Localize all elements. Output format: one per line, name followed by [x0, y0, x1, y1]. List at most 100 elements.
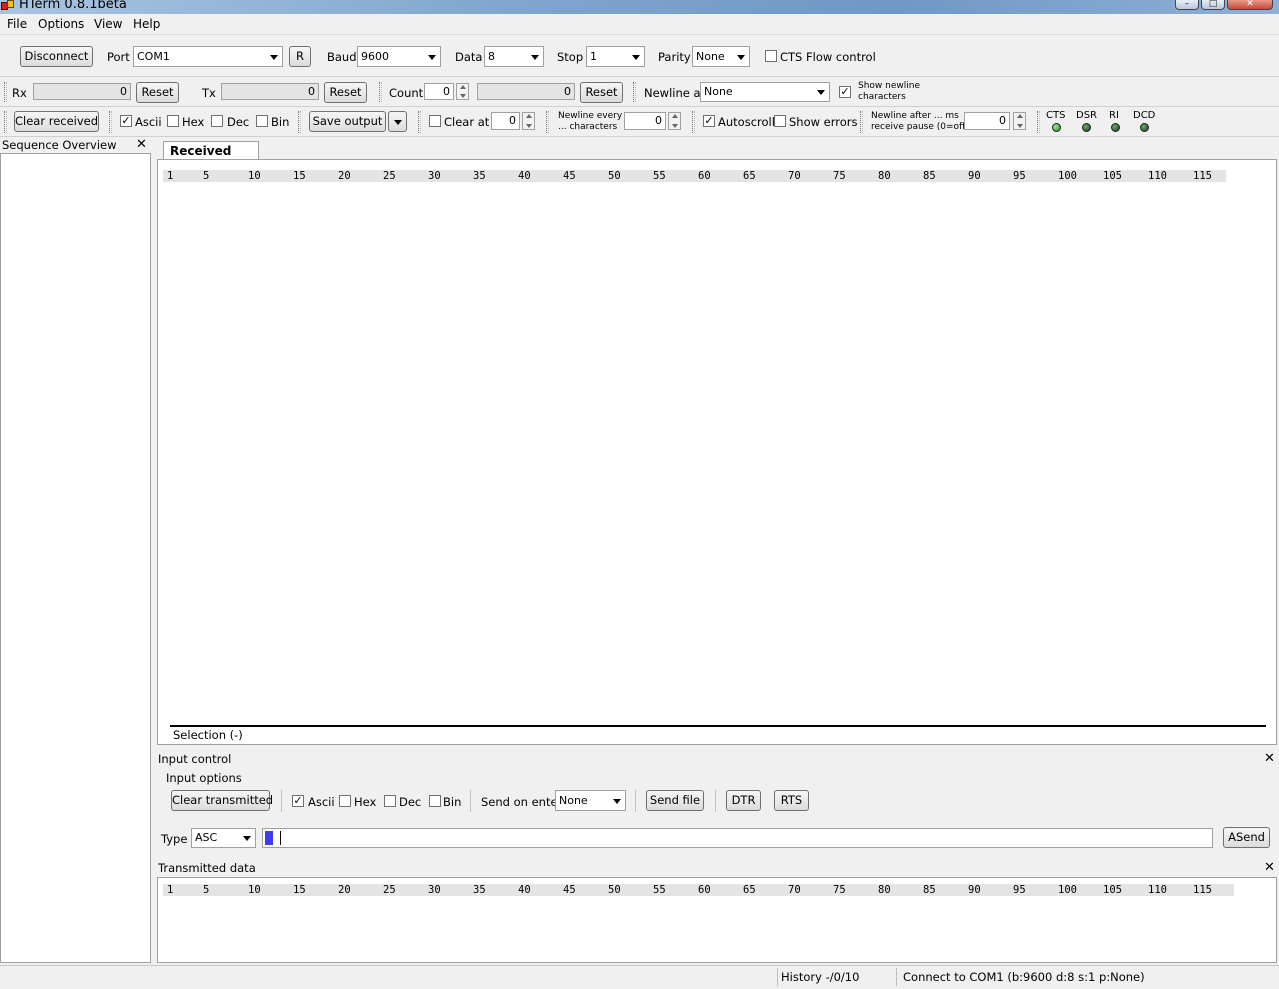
rescan-ports-button[interactable]: R	[289, 46, 311, 67]
toolbar-grip[interactable]	[692, 111, 695, 133]
input-field[interactable]	[262, 828, 1213, 848]
ruler-tick-label: 100	[1058, 884, 1077, 896]
menu-view[interactable]: View	[94, 17, 122, 31]
ruler-tick-label: 15	[293, 170, 306, 182]
rx-counter: 0	[33, 83, 131, 100]
menu-options[interactable]: Options	[38, 17, 84, 31]
separator	[470, 790, 471, 812]
input-ascii-checkbox[interactable]: ✓	[292, 795, 304, 807]
clear-received-button[interactable]: Clear received	[14, 111, 99, 132]
input-hex-label: Hex	[354, 795, 377, 809]
toolbar-grip[interactable]	[546, 111, 549, 133]
toolbar-grip[interactable]	[379, 82, 382, 102]
toolbar-grip[interactable]	[109, 111, 112, 133]
autoscroll-checkbox[interactable]: ✓	[703, 115, 715, 127]
status-separator	[777, 968, 778, 986]
text-cursor	[280, 831, 281, 845]
app-icon	[1, 0, 15, 12]
ruler-tick-label: 65	[743, 170, 756, 182]
toolbar-grip[interactable]	[4, 111, 7, 133]
show-newline-checkbox[interactable]: ✓	[839, 86, 851, 98]
dcd-label: DCD	[1133, 110, 1156, 121]
menu-help[interactable]: Help	[133, 17, 160, 31]
asend-button[interactable]: ASend	[1223, 827, 1270, 848]
rx-reset-button[interactable]: Reset	[136, 82, 179, 103]
stop-bits-select[interactable]: 1	[586, 46, 645, 67]
newline-every-input[interactable]: 0	[624, 112, 666, 130]
ruler-tick-label: 90	[968, 884, 981, 896]
save-output-dropdown[interactable]	[388, 111, 407, 132]
parity-select[interactable]: None	[692, 46, 750, 67]
input-bin-checkbox[interactable]	[429, 795, 441, 807]
clear-at-input[interactable]: 0	[491, 112, 520, 130]
newline-at-select[interactable]: None	[700, 82, 830, 102]
type-select[interactable]: ASC	[191, 828, 256, 848]
ruler-tick-label: 20	[338, 170, 351, 182]
display-ascii-checkbox[interactable]: ✓	[120, 115, 132, 127]
data-bits-select[interactable]: 8	[484, 46, 544, 67]
input-dec-checkbox[interactable]	[384, 795, 396, 807]
clear-at-spinner[interactable]	[522, 112, 535, 130]
dtr-button[interactable]: DTR	[726, 790, 761, 811]
cts-flow-checkbox[interactable]	[765, 50, 777, 62]
tab-received-data[interactable]: Received Data	[163, 141, 259, 172]
status-bar: History -/0/10 Connect to COM1 (b:9600 d…	[0, 965, 1279, 989]
display-hex-checkbox[interactable]	[167, 115, 179, 127]
tx-reset-button[interactable]: Reset	[324, 82, 367, 103]
display-bin-checkbox[interactable]	[256, 115, 268, 127]
clear-at-checkbox[interactable]	[429, 115, 441, 127]
ruler-tick-label: 110	[1148, 170, 1167, 182]
ruler-tick-label: 95	[1013, 170, 1026, 182]
toolbar-grip[interactable]	[298, 111, 301, 133]
toolbar-grip[interactable]	[860, 111, 863, 133]
received-column-ruler: 1 5 10 15 20 25 30 35 40 45 50 55 60 65 70 75 80 85 90 95 10…	[163, 170, 1226, 182]
send-file-button[interactable]: Send file	[646, 790, 704, 811]
clear-transmitted-button[interactable]: Clear transmitted	[171, 790, 273, 811]
newline-after-input[interactable]: 0	[964, 112, 1010, 130]
count-spinner[interactable]	[456, 83, 469, 100]
ruler-tick-label: 85	[923, 170, 936, 182]
send-on-enter-select[interactable]: None	[555, 790, 626, 811]
menu-file[interactable]: File	[7, 17, 27, 31]
maximize-icon[interactable]: □	[1201, 0, 1225, 10]
baud-select[interactable]: 9600	[357, 46, 441, 67]
ruler-tick-label: 50	[608, 170, 621, 182]
toolbar-grip[interactable]	[418, 111, 421, 133]
data-bits-label: Data	[455, 50, 483, 64]
autoscroll-label: Autoscroll	[718, 115, 775, 129]
port-select[interactable]: COM1	[133, 46, 283, 67]
ruler-tick-label: 55	[653, 884, 666, 896]
connection-toolbar: Disconnect Port COM1 R Baud 9600 Data 8 …	[0, 36, 1279, 77]
ruler-tick-label: 60	[698, 170, 711, 182]
ruler-tick-label: 70	[788, 170, 801, 182]
newline-every-spinner[interactable]	[668, 112, 681, 130]
toolbar-grip[interactable]	[633, 82, 636, 102]
input-hex-checkbox[interactable]	[339, 795, 351, 807]
transmitted-column-ruler: 1 5 10 15 20 25 30 35 40 45 50 55 60 65 70 75 80 85 90 95 10…	[163, 884, 1234, 896]
count-input[interactable]: 0	[424, 83, 454, 100]
toolbar-grip[interactable]	[1037, 111, 1040, 133]
disconnect-button[interactable]: Disconnect	[20, 46, 93, 67]
ruler-tick-label: 40	[518, 884, 531, 896]
count-label: Count	[389, 86, 424, 100]
ruler-tick-label: 80	[878, 884, 891, 896]
close-window-icon[interactable]: ✕	[1227, 0, 1273, 10]
input-ascii-label: Ascii	[308, 795, 335, 809]
ruler-tick-label: 75	[833, 170, 846, 182]
newline-after-spinner[interactable]	[1013, 112, 1026, 130]
display-dec-checkbox[interactable]	[211, 115, 223, 127]
transmitted-data-panel: 1 5 10 15 20 25 30 35 40 45 50 55 60 65 70 75 80 85 90 95 10…	[157, 877, 1277, 963]
minimize-icon[interactable]: –	[1175, 0, 1199, 10]
ruler-tick-label: 25	[383, 170, 396, 182]
close-transmitted-icon[interactable]: ✕	[1264, 861, 1275, 874]
save-output-button[interactable]: Save output	[309, 111, 386, 132]
show-errors-checkbox[interactable]	[774, 115, 786, 127]
display-toolbar: Clear received ✓ Ascii Hex Dec Bin Save …	[0, 107, 1279, 137]
rts-button[interactable]: RTS	[774, 790, 809, 811]
close-input-control-icon[interactable]: ✕	[1264, 752, 1275, 765]
ruler-tick-label: 95	[1013, 884, 1026, 896]
close-sequence-icon[interactable]: ✕	[136, 138, 147, 151]
count-reset-button[interactable]: Reset	[580, 82, 623, 103]
toolbar-grip[interactable]	[4, 82, 7, 102]
display-ascii-label: Ascii	[135, 115, 162, 129]
